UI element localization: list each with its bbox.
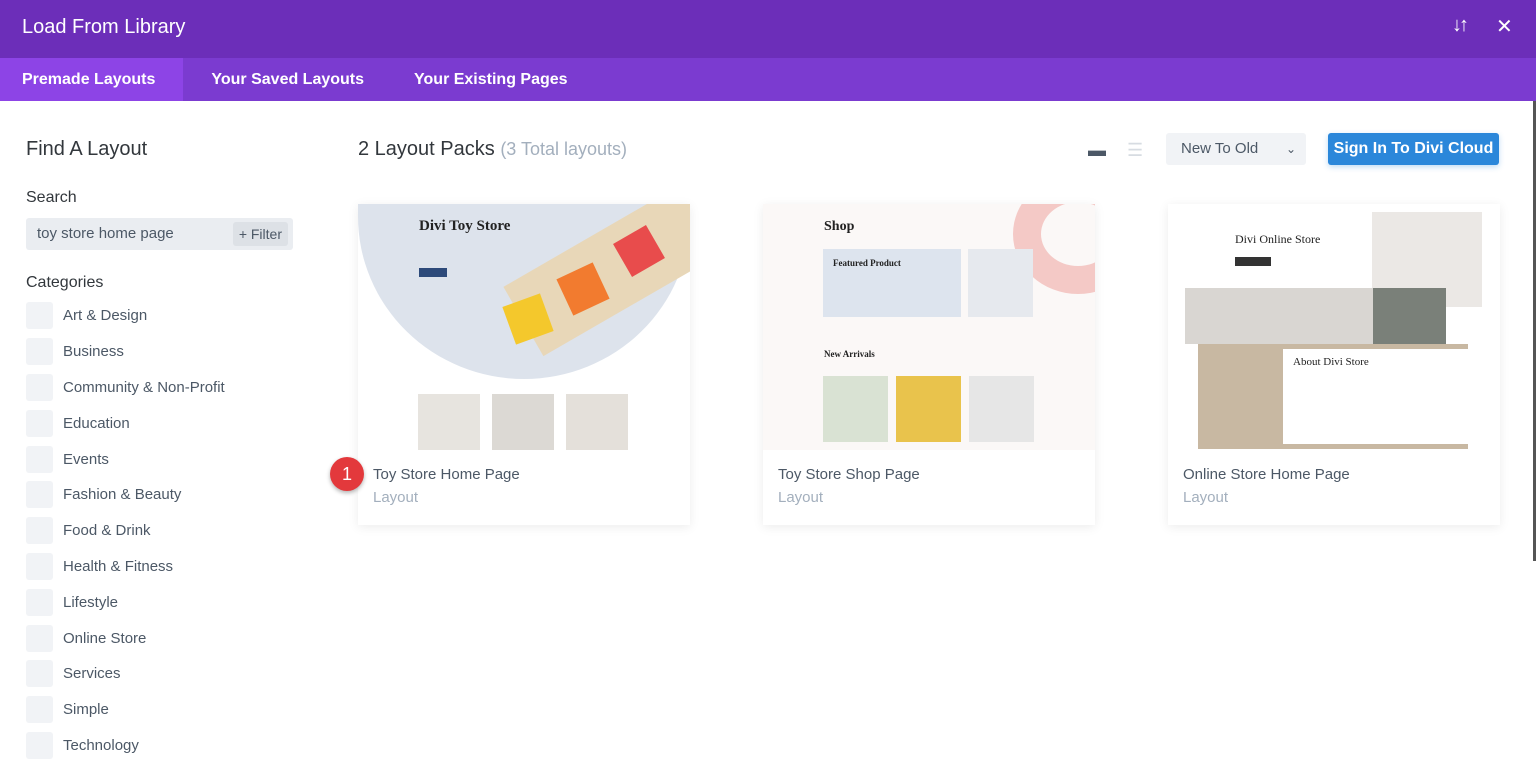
- modal-header: Load From Library ↓↑ ✕: [0, 0, 1536, 58]
- tab-saved-layouts[interactable]: Your Saved Layouts: [189, 58, 386, 101]
- sidebar: Find A Layout Search toy store home page…: [26, 101, 296, 763]
- category-label: Health & Fitness: [63, 557, 174, 575]
- category-label: Education: [63, 414, 130, 432]
- category-item[interactable]: Fashion & Beauty: [26, 477, 296, 513]
- category-label: Fashion & Beauty: [63, 486, 182, 504]
- layout-thumbnail: Divi Online Store About Divi Store: [1168, 204, 1500, 450]
- list-icon[interactable]: ☰: [1127, 140, 1143, 161]
- card-type: Layout: [778, 489, 824, 506]
- category-item[interactable]: Food & Drink: [26, 513, 296, 549]
- category-label: Simple: [63, 701, 109, 719]
- card-name: Toy Store Home Page: [373, 466, 520, 483]
- category-label: Business: [63, 343, 124, 361]
- category-item[interactable]: Health & Fitness: [26, 549, 296, 585]
- step-badge: 1: [330, 457, 364, 491]
- category-item[interactable]: Business: [26, 334, 296, 370]
- layout-thumbnail: Shop Featured Product New Arrivals: [763, 204, 1095, 450]
- category-item[interactable]: Simple: [26, 692, 296, 728]
- category-label: Food & Drink: [63, 522, 151, 540]
- category-label: Art & Design: [63, 307, 148, 325]
- layout-card[interactable]: Divi Toy Store Toy Store Home Page Layou…: [358, 204, 690, 525]
- count-title: 2 Layout Packs: [358, 138, 495, 160]
- layout-card[interactable]: Divi Online Store About Divi Store Onlin…: [1168, 204, 1500, 525]
- card-name: Online Store Home Page: [1183, 466, 1350, 483]
- sort-select[interactable]: New To Old ⌄: [1166, 133, 1306, 165]
- sort-arrows-icon[interactable]: ↓↑: [1452, 14, 1469, 37]
- category-checkbox[interactable]: [26, 731, 53, 759]
- close-icon[interactable]: ✕: [1496, 14, 1513, 39]
- folder-icon[interactable]: ▬: [1088, 140, 1106, 161]
- category-checkbox[interactable]: [26, 660, 53, 688]
- modal-title: Load From Library: [22, 16, 186, 38]
- category-checkbox[interactable]: [26, 409, 53, 437]
- sign-in-divi-cloud-button[interactable]: Sign In To Divi Cloud: [1328, 133, 1499, 165]
- category-checkbox[interactable]: [26, 373, 53, 401]
- category-label: Community & Non-Profit: [63, 378, 225, 396]
- sort-value: New To Old: [1181, 140, 1259, 157]
- category-checkbox[interactable]: [26, 517, 53, 545]
- card-type: Layout: [1183, 489, 1229, 506]
- thumb-title: Divi Toy Store: [419, 218, 511, 234]
- category-checkbox[interactable]: [26, 552, 53, 580]
- card-name: Toy Store Shop Page: [778, 466, 920, 483]
- categories-label: Categories: [26, 274, 104, 291]
- category-item[interactable]: Online Store: [26, 620, 296, 656]
- category-label: Lifestyle: [63, 593, 119, 611]
- tab-existing-pages[interactable]: Your Existing Pages: [392, 58, 590, 101]
- category-checkbox[interactable]: [26, 696, 53, 724]
- thumb-title: Shop: [824, 219, 855, 234]
- category-checkbox[interactable]: [26, 588, 53, 616]
- search-input[interactable]: toy store home page + Filter: [26, 218, 293, 250]
- search-value: toy store home page: [37, 225, 174, 242]
- category-item[interactable]: Art & Design: [26, 298, 296, 334]
- category-label: Events: [63, 450, 109, 468]
- category-checkbox[interactable]: [26, 481, 53, 509]
- thumb-title: Divi Online Store: [1235, 232, 1321, 246]
- category-label: Online Store: [63, 629, 147, 647]
- chevron-down-icon: ⌄: [1285, 142, 1296, 156]
- layout-card[interactable]: Shop Featured Product New Arrivals Toy S…: [763, 204, 1095, 525]
- category-checkbox[interactable]: [26, 624, 53, 652]
- card-type: Layout: [373, 489, 419, 506]
- filter-button[interactable]: + Filter: [232, 222, 288, 246]
- tab-bar: Premade Layouts Your Saved Layouts Your …: [0, 58, 1536, 101]
- category-item[interactable]: Events: [26, 441, 296, 477]
- category-checkbox[interactable]: [26, 338, 53, 366]
- category-item[interactable]: Technology: [26, 728, 296, 764]
- category-item[interactable]: Education: [26, 405, 296, 441]
- category-item[interactable]: Community & Non-Profit: [26, 370, 296, 406]
- layout-thumbnail: Divi Toy Store: [358, 204, 690, 450]
- category-checkbox[interactable]: [26, 302, 53, 330]
- sidebar-heading: Find A Layout: [26, 138, 148, 160]
- thumb-featured: Featured Product: [833, 258, 901, 268]
- category-label: Technology: [63, 736, 139, 754]
- category-label: Services: [63, 665, 121, 683]
- thumb-new-arrivals: New Arrivals: [824, 349, 875, 359]
- category-item[interactable]: Services: [26, 656, 296, 692]
- thumb-about: About Divi Store: [1293, 356, 1369, 368]
- layout-count: 2 Layout Packs (3 Total layouts): [358, 138, 627, 161]
- search-label: Search: [26, 189, 77, 206]
- count-subtitle: (3 Total layouts): [500, 139, 628, 159]
- category-item[interactable]: Lifestyle: [26, 584, 296, 620]
- tab-premade-layouts[interactable]: Premade Layouts: [0, 58, 184, 101]
- category-checkbox[interactable]: [26, 445, 53, 473]
